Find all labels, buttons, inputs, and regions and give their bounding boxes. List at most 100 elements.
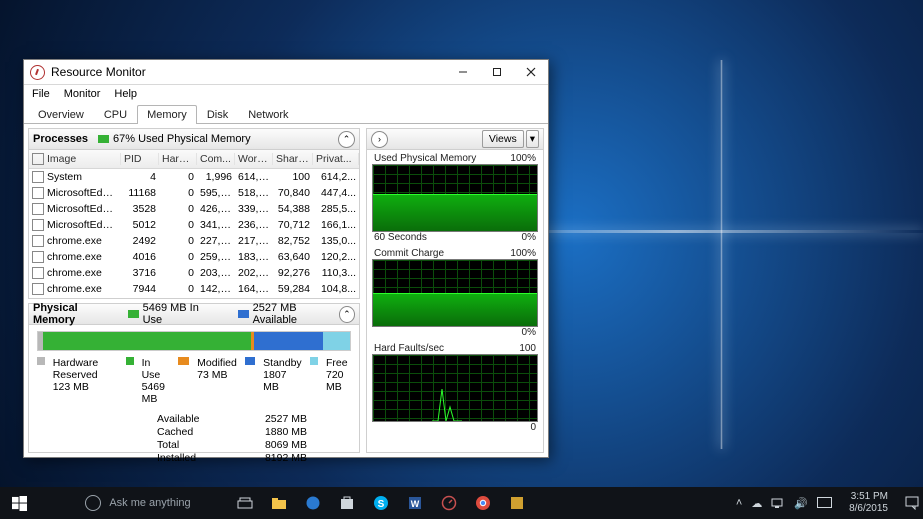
physical-memory-content: Hardware Reserved123 MBIn Use5469 MBModi…: [29, 325, 359, 470]
cell-shareable: 92,276: [273, 267, 313, 279]
desktop: Resource Monitor File Monitor Help Overv…: [0, 0, 923, 519]
checkbox-icon[interactable]: [32, 171, 44, 183]
table-row[interactable]: chrome.exe40160259,0...183,9...63,640120…: [29, 249, 359, 265]
system-tray: ˄ ☁ 🔊 3:51 PM 8/6/2015: [732, 487, 923, 519]
legend-value: 73 MB: [197, 369, 237, 381]
taskbar-app-generic[interactable]: [500, 487, 534, 519]
stat-key: Total: [157, 439, 225, 451]
checkbox-icon[interactable]: [32, 219, 44, 231]
graphs-header[interactable]: › Views ▾: [367, 129, 543, 150]
physical-memory-panel: Physical Memory 5469 MB In Use 2527 MB A…: [28, 303, 360, 453]
physical-memory-title: Physical Memory: [33, 302, 118, 326]
taskbar-app-resource-monitor[interactable]: [432, 487, 466, 519]
cell-workingset: 164,1...: [235, 283, 273, 295]
cell-hardfaults: 0: [159, 283, 197, 295]
search-box[interactable]: Ask me anything: [38, 487, 228, 519]
cell-commit: 595,3...: [197, 187, 235, 199]
clock[interactable]: 3:51 PM 8/6/2015: [841, 491, 896, 515]
checkbox-icon[interactable]: [32, 235, 44, 247]
window-body: Processes 67% Used Physical Memory ⌃ Ima…: [24, 124, 548, 457]
clock-time: 3:51 PM: [849, 491, 888, 503]
tab-disk[interactable]: Disk: [197, 105, 238, 124]
tab-overview[interactable]: Overview: [28, 105, 94, 124]
checkbox-icon[interactable]: [32, 251, 44, 263]
graphs-column: › Views ▾ Used Physical Memory100%60 Sec…: [366, 128, 544, 453]
title-bar[interactable]: Resource Monitor: [24, 60, 548, 85]
tray-onedrive-icon[interactable]: ☁: [751, 497, 762, 510]
menu-monitor[interactable]: Monitor: [64, 88, 101, 100]
taskbar-app-store[interactable]: [330, 487, 364, 519]
action-center-icon[interactable]: [905, 496, 919, 510]
collapse-icon[interactable]: ⌃: [339, 306, 355, 323]
legend-label: Free: [326, 357, 351, 369]
checkbox-icon[interactable]: [32, 153, 44, 165]
processes-header[interactable]: Processes 67% Used Physical Memory ⌃: [29, 129, 359, 150]
tray-input-icon[interactable]: [817, 497, 832, 509]
inuse-swatch: [128, 310, 138, 318]
graph-fill: [373, 294, 537, 326]
graph-min: 0%: [522, 232, 536, 243]
tab-network[interactable]: Network: [238, 105, 298, 124]
col-hardfaults[interactable]: Hard ...: [159, 153, 197, 165]
cell-private: 120,2...: [313, 251, 359, 263]
app-icon: [30, 65, 45, 80]
views-button[interactable]: Views: [482, 130, 524, 148]
graph-canvas: [372, 354, 538, 422]
menu-help[interactable]: Help: [114, 88, 137, 100]
collapse-icon[interactable]: ⌃: [338, 131, 355, 148]
checkbox-icon[interactable]: [32, 283, 44, 295]
tab-memory[interactable]: Memory: [137, 105, 197, 124]
checkbox-icon[interactable]: [32, 187, 44, 199]
graphs-area: Used Physical Memory100%60 Seconds0%Comm…: [367, 150, 543, 452]
minimize-button[interactable]: [446, 60, 480, 84]
tray-chevron-icon[interactable]: ˄: [736, 497, 742, 509]
tab-cpu[interactable]: CPU: [94, 105, 137, 124]
taskbar-app-skype[interactable]: S: [364, 487, 398, 519]
svg-text:S: S: [378, 499, 385, 510]
col-commit[interactable]: Com...: [197, 153, 235, 165]
table-row[interactable]: MicrosoftEdgeCP.exe50120341,0...236,8...…: [29, 217, 359, 233]
collapse-graphs-icon[interactable]: ›: [371, 131, 388, 148]
table-row[interactable]: MicrosoftEdgeCP.exe111680595,3...518,3..…: [29, 185, 359, 201]
col-image[interactable]: Image: [29, 153, 121, 165]
menu-file[interactable]: File: [32, 88, 50, 100]
checkbox-icon[interactable]: [32, 203, 44, 215]
col-shareable[interactable]: Share...: [273, 153, 313, 165]
col-workingset[interactable]: Work...: [235, 153, 273, 165]
svg-text:W: W: [411, 499, 420, 509]
stat-value: 1880 MB: [239, 426, 307, 438]
physical-memory-header[interactable]: Physical Memory 5469 MB In Use 2527 MB A…: [29, 304, 359, 325]
taskbar-app-explorer[interactable]: [262, 487, 296, 519]
task-view-button[interactable]: [228, 487, 262, 519]
tray-volume-icon[interactable]: 🔊: [794, 497, 808, 510]
table-row[interactable]: chrome.exe37160203,2...202,5...92,276110…: [29, 265, 359, 281]
checkbox-icon[interactable]: [32, 267, 44, 279]
cell-shareable: 70,712: [273, 219, 313, 231]
cell-pid: 3528: [121, 203, 159, 215]
col-pid[interactable]: PID: [121, 153, 159, 165]
taskbar-app-chrome[interactable]: [466, 487, 500, 519]
legend-label: Hardware Reserved: [53, 357, 118, 381]
taskbar-app-word[interactable]: W: [398, 487, 432, 519]
table-row[interactable]: chrome.exe79440142,9...164,1...59,284104…: [29, 281, 359, 297]
maximize-button[interactable]: [480, 60, 514, 84]
table-row[interactable]: chrome.exe24920227,4...217,7...82,752135…: [29, 233, 359, 249]
legend-item: Modified73 MB: [178, 357, 237, 405]
tray-network-icon[interactable]: [771, 497, 785, 509]
table-row[interactable]: System401,996614,3...100614,2...: [29, 169, 359, 185]
cell-hardfaults: 0: [159, 219, 197, 231]
col-private[interactable]: Privat...: [313, 153, 359, 165]
close-button[interactable]: [514, 60, 548, 84]
table-header-row[interactable]: Image PID Hard ... Com... Work... Share.…: [29, 150, 359, 169]
processes-table[interactable]: Image PID Hard ... Com... Work... Share.…: [29, 150, 359, 298]
legend-item: In Use5469 MB: [126, 357, 170, 405]
taskbar-app-edge[interactable]: [296, 487, 330, 519]
views-dropdown-button[interactable]: ▾: [526, 130, 539, 148]
graph-canvas: [372, 259, 538, 327]
legend-item: Hardware Reserved123 MB: [37, 357, 118, 405]
start-button[interactable]: [0, 487, 38, 519]
table-row[interactable]: MicrosoftEdgeCP.exe35280426,4...339,8...…: [29, 201, 359, 217]
cell-shareable: 82,752: [273, 235, 313, 247]
legend-item: Free720 MB: [310, 357, 351, 405]
memory-stats: Available2527 MBCached1880 MBTotal8069 M…: [157, 413, 307, 464]
